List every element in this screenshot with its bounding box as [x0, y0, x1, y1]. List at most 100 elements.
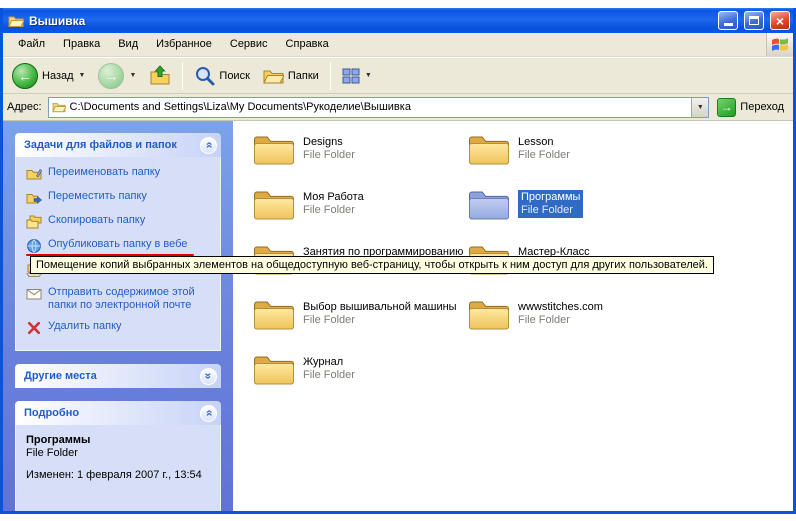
file-item-zhurnal[interactable]: ЖурналFile Folder	[253, 353, 465, 408]
task-copy-folder[interactable]: Скопировать папку	[26, 214, 214, 230]
window-folder-icon	[8, 14, 24, 28]
addressbar: Адрес: C:\Documents and Settings\Liza\My…	[3, 94, 793, 121]
forward-button[interactable]: → ▼	[93, 60, 141, 92]
folder-icon	[253, 353, 295, 386]
file-name: Выбор вышивальной машины	[303, 301, 457, 313]
windows-logo	[766, 33, 793, 56]
file-type: File Folder	[303, 369, 355, 381]
tasks-panel-header[interactable]: Задачи для файлов и папок »	[15, 133, 221, 157]
address-folder-icon	[52, 101, 66, 113]
details-type: File Folder	[26, 447, 214, 459]
menu-help[interactable]: Справка	[277, 33, 338, 56]
up-button[interactable]	[144, 62, 176, 89]
details-collapse-button[interactable]: »	[200, 405, 217, 422]
menu-file[interactable]: Файл	[9, 33, 54, 56]
chevron-down-icon: ▼	[697, 104, 704, 111]
menu-view[interactable]: Вид	[109, 33, 147, 56]
folders-button[interactable]: Папки	[258, 64, 324, 88]
back-button[interactable]: ← Назад ▼	[7, 60, 90, 92]
maximize-button[interactable]	[744, 11, 764, 30]
file-name: Программы	[521, 191, 580, 203]
menu-favorites[interactable]: Избранное	[147, 33, 221, 56]
chevron-down-icon: »	[203, 373, 215, 380]
menubar: Файл Правка Вид Избранное Сервис Справка	[3, 33, 793, 57]
search-button[interactable]: Поиск	[189, 62, 254, 89]
folder-icon	[253, 188, 295, 221]
forward-icon: →	[98, 63, 124, 89]
task-delete-folder[interactable]: Удалить папку	[26, 320, 214, 336]
chevron-up-icon: »	[203, 410, 215, 417]
folders-label: Папки	[288, 70, 319, 82]
rename-folder-icon	[26, 166, 42, 182]
go-button[interactable]: → Переход	[715, 98, 789, 117]
details-body: Программы File Folder Изменен: 1 февраля…	[15, 425, 221, 511]
folders-icon	[263, 67, 284, 85]
menu-tools[interactable]: Сервис	[221, 33, 277, 56]
other-places-title: Другие места	[24, 370, 97, 382]
file-name: Моя Работа	[303, 191, 364, 203]
folder-icon	[253, 298, 295, 331]
other-places-header[interactable]: Другие места »	[15, 364, 221, 388]
file-name: wwwstitches.com	[518, 301, 603, 313]
file-type: File Folder	[518, 149, 570, 161]
details-modified: Изменен: 1 февраля 2007 г., 13:54	[26, 469, 214, 481]
menu-edit[interactable]: Правка	[54, 33, 109, 56]
folder-icon	[468, 133, 510, 166]
file-name: Designs	[303, 136, 355, 148]
close-icon: ×	[776, 14, 784, 28]
titlebar: Вышивка ×	[3, 8, 793, 33]
file-type: File Folder	[303, 314, 457, 326]
file-name: Lesson	[518, 136, 570, 148]
back-dropdown-icon[interactable]: ▼	[79, 72, 86, 79]
other-places-panel: Другие места »	[15, 364, 221, 388]
file-item-wwwstitches[interactable]: wwwstitches.comFile Folder	[468, 298, 680, 353]
window-title: Вышивка	[29, 14, 712, 28]
task-email-folder[interactable]: Отправить содержимое этой папки по элект…	[26, 286, 214, 312]
tasks-collapse-button[interactable]: »	[200, 137, 217, 154]
toolbar-separator	[330, 62, 331, 90]
tasks-panel-title: Задачи для файлов и папок	[24, 139, 177, 151]
minimize-button[interactable]	[718, 11, 738, 30]
sidebar: Задачи для файлов и папок » Переименоват…	[3, 121, 233, 511]
file-item-vybor-mashiny[interactable]: Выбор вышивальной машиныFile Folder	[253, 298, 465, 353]
content: Задачи для файлов и папок » Переименоват…	[3, 121, 793, 511]
views-button[interactable]: ▼	[337, 65, 377, 87]
details-name: Программы	[26, 434, 214, 446]
other-places-expand-button[interactable]: »	[200, 368, 217, 385]
back-icon: ←	[12, 63, 38, 89]
details-header[interactable]: Подробно »	[15, 401, 221, 425]
go-label: Переход	[740, 101, 784, 113]
address-label: Адрес:	[7, 101, 42, 113]
move-folder-icon	[26, 190, 42, 206]
publish-web-icon	[26, 238, 42, 254]
task-publish-folder[interactable]: Опубликовать папку в вебе	[26, 238, 214, 254]
address-input[interactable]: C:\Documents and Settings\Liza\My Docume…	[48, 97, 710, 118]
task-rename-folder[interactable]: Переименовать папку	[26, 166, 214, 182]
up-folder-icon	[149, 65, 171, 86]
file-item-moya-rabota[interactable]: Моя РаботаFile Folder	[253, 188, 465, 243]
forward-dropdown-icon[interactable]: ▼	[129, 72, 136, 79]
maximize-icon	[749, 16, 759, 25]
file-type: File Folder	[521, 204, 580, 216]
address-dropdown-button[interactable]: ▼	[691, 98, 708, 117]
copy-folder-icon	[26, 214, 42, 230]
address-path: C:\Documents and Settings\Liza\My Docume…	[70, 101, 688, 113]
tooltip: Помещение копий выбранных элементов на о…	[30, 256, 714, 274]
file-item-designs[interactable]: DesignsFile Folder	[253, 133, 465, 188]
back-label: Назад	[42, 70, 74, 82]
email-icon	[26, 286, 42, 302]
details-panel: Подробно » Программы File Folder Изменен…	[15, 401, 221, 511]
go-icon: →	[717, 98, 736, 117]
task-move-folder[interactable]: Переместить папку	[26, 190, 214, 206]
views-dropdown-icon[interactable]: ▼	[365, 72, 372, 79]
minimize-icon	[724, 23, 733, 26]
toolbar-separator	[182, 62, 183, 90]
close-button[interactable]: ×	[770, 11, 790, 30]
chevron-up-icon: »	[203, 142, 215, 149]
views-icon	[342, 68, 360, 84]
search-label: Поиск	[219, 70, 249, 82]
folder-icon-selected	[468, 188, 510, 221]
file-item-programmy-selected[interactable]: ПрограммыFile Folder	[468, 188, 680, 243]
file-name: Журнал	[303, 356, 355, 368]
file-item-lesson[interactable]: LessonFile Folder	[468, 133, 680, 188]
